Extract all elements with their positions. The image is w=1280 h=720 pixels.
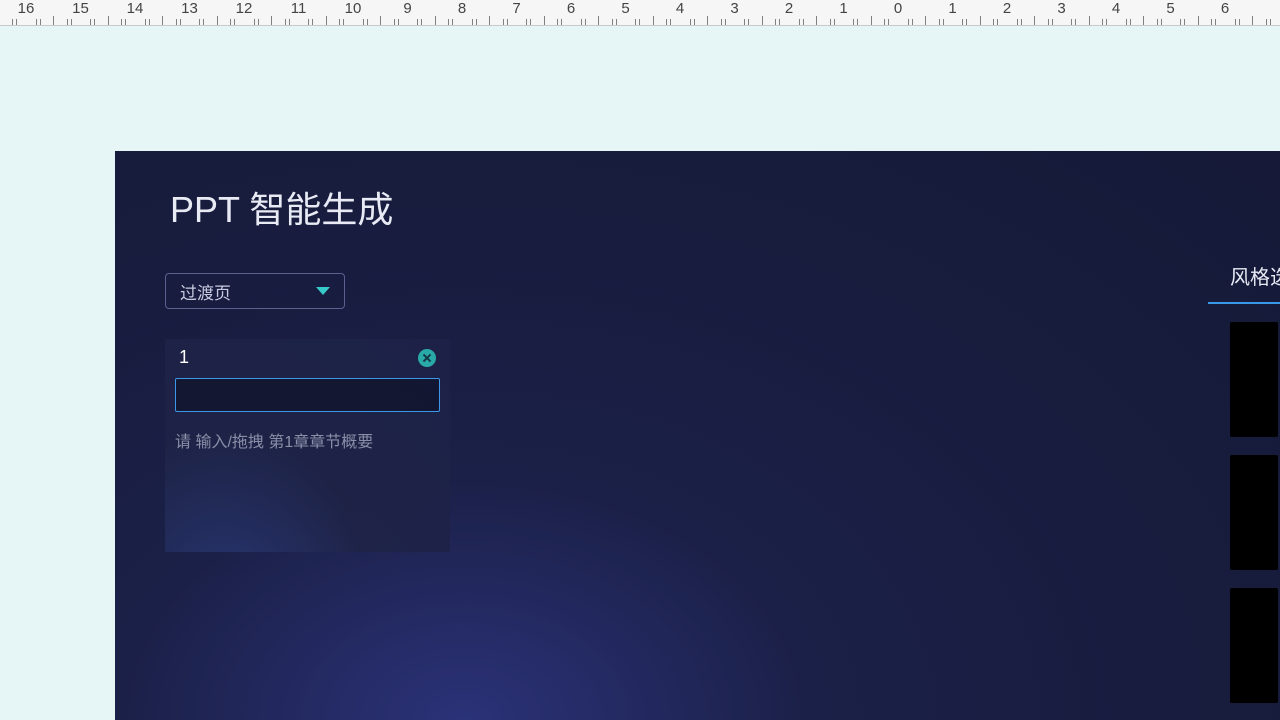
page-type-dropdown[interactable]: 过渡页	[165, 273, 345, 309]
close-icon[interactable]	[418, 349, 436, 367]
ruler-label: 12	[236, 0, 253, 17]
chevron-down-icon	[316, 287, 330, 295]
ruler-label: 5	[621, 0, 629, 17]
ruler-label: 2	[1003, 0, 1011, 17]
ruler-label: 10	[345, 0, 362, 17]
ruler-label: 15	[72, 0, 89, 17]
ruler-label: 8	[458, 0, 466, 17]
dropdown-selected-label: 过渡页	[180, 279, 231, 304]
ruler-label: 11	[291, 0, 307, 17]
style-thumbnail[interactable]	[1230, 588, 1278, 703]
ruler-label: 3	[1057, 0, 1065, 17]
ruler-label: 7	[512, 0, 520, 17]
ruler-label: 4	[1112, 0, 1120, 17]
chapter-title-input[interactable]	[175, 378, 440, 412]
ruler-label: 4	[676, 0, 684, 17]
style-selection-panel: 风格选	[1208, 251, 1280, 720]
ruler-label: 6	[1221, 0, 1229, 17]
ppt-generator-panel: PPT 智能生成 过渡页 1 请 输入/拖拽 第1章章节概要 风格选	[115, 151, 1280, 720]
ruler-label: 9	[403, 0, 411, 17]
chapter-summary-placeholder[interactable]: 请 输入/拖拽 第1章章节概要	[165, 420, 450, 552]
ruler-label: 6	[567, 0, 575, 17]
style-tab-label[interactable]: 风格选	[1208, 251, 1280, 304]
ruler-label: 3	[730, 0, 738, 17]
ruler-label: 14	[127, 0, 144, 17]
chapter-number: 1	[179, 347, 189, 368]
chapter-card: 1 请 输入/拖拽 第1章章节概要	[165, 339, 450, 552]
ruler-label: 1	[948, 0, 956, 17]
style-thumbnail[interactable]	[1230, 455, 1278, 570]
ruler-label: 5	[1166, 0, 1174, 17]
ruler-label: 2	[785, 0, 793, 17]
horizontal-ruler: 161514131211109876543210123456	[0, 0, 1280, 26]
panel-title: PPT 智能生成	[170, 181, 1280, 233]
slide-canvas-area: PPT 智能生成 过渡页 1 请 输入/拖拽 第1章章节概要 风格选	[0, 26, 1280, 720]
ruler-label: 1	[839, 0, 847, 17]
ruler-label: 16	[18, 0, 35, 17]
style-thumbnail[interactable]	[1230, 322, 1278, 437]
ruler-label: 0	[894, 0, 902, 17]
ruler-label: 13	[181, 0, 198, 17]
